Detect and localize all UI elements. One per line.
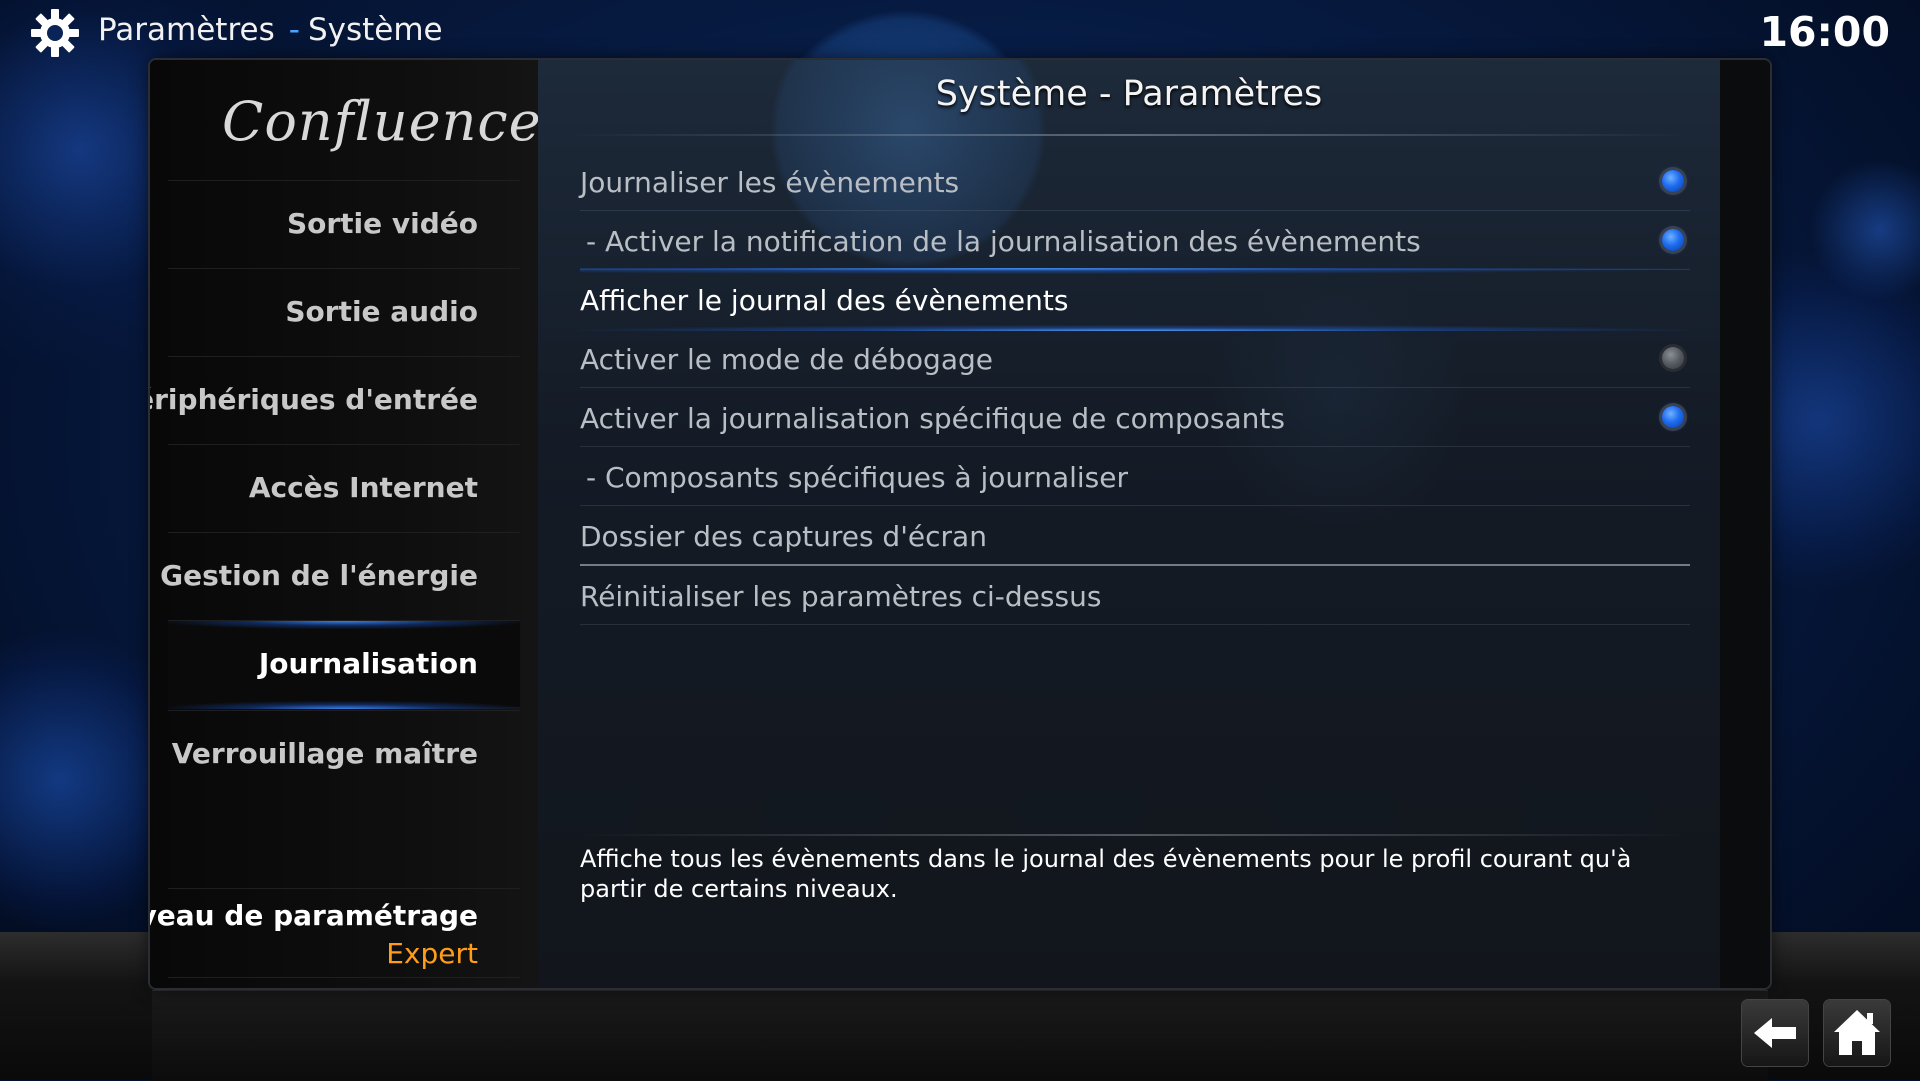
description-divider [580,834,1690,836]
setting-label: Journaliser les évènements [580,166,960,199]
setting-screenshot-folder[interactable]: Dossier des captures d'écran [580,506,1690,566]
title-divider [568,134,1688,136]
toggle-off-icon[interactable] [1662,347,1684,369]
sidebar-item-label: Accès Internet [248,471,478,504]
header: Paramètres - Système 16:00 [0,0,1920,62]
gear-icon [31,9,79,57]
setting-enable-event-logging[interactable]: Journaliser les évènements [580,152,1690,211]
setting-label: Dossier des captures d'écran [580,520,987,553]
setting-label: - Composants spécifiques à journaliser [586,461,1128,494]
bottom-bar-inner [152,990,1768,1081]
back-arrow-icon [1754,1018,1796,1048]
setting-label: - Activer la notification de la journali… [586,225,1421,258]
setting-debug-mode[interactable]: Activer le mode de débogage [580,329,1690,388]
settings-level-value: Expert [386,937,478,970]
setting-description: Affiche tous les évènements dans le jour… [580,845,1632,903]
window-right-edge [1720,60,1770,988]
sidebar-item-power-management[interactable]: Gestion de l'énergie [160,532,520,619]
sidebar-item-label: Verrouillage maître [171,737,478,770]
setting-show-event-log[interactable]: Afficher le journal des évènements [580,268,1690,331]
header-subtitle: Système [307,12,443,48]
settings-level-selector[interactable]: Niveau de paramétrage Expert [150,888,520,978]
setting-components-to-log[interactable]: - Composants spécifiques à journaliser [580,447,1690,506]
toggle-on-icon[interactable] [1662,229,1684,251]
header-title-main: Paramètres [98,12,275,48]
settings-window: Confluence Sortie vidéo Sortie audio Pér… [150,60,1770,988]
header-title: Paramètres - Système [98,12,443,48]
toggle-on-icon[interactable] [1662,170,1684,192]
setting-component-logging[interactable]: Activer la journalisation spécifique de … [580,388,1690,447]
panel-title: Système - Paramètres [935,74,1323,114]
setting-label: Réinitialiser les paramètres ci-dessus [580,580,1102,613]
sidebar-item-label: Périphériques d'entrée [150,383,478,416]
sidebar-item-label: Sortie vidéo [286,207,478,240]
sidebar-item-audio-output[interactable]: Sortie audio [168,268,520,355]
sidebar-item-label: Gestion de l'énergie [160,559,478,592]
setting-label: Activer le mode de débogage [580,343,993,376]
sidebar-item-label: Journalisation [258,647,478,680]
confluence-logo: Confluence [222,90,542,153]
sidebar-item-master-lock[interactable]: Verrouillage maître [168,710,520,797]
back-button[interactable] [1742,1000,1808,1066]
home-icon [1834,1010,1880,1055]
setting-event-logging-notification[interactable]: - Activer la notification de la journali… [580,211,1690,270]
home-button[interactable] [1824,1000,1890,1066]
toggle-on-icon[interactable] [1662,406,1684,428]
sidebar-item-internet-access[interactable]: Accès Internet [168,444,520,531]
clock: 16:00 [1759,8,1890,56]
sidebar-item-label: Sortie audio [285,295,478,328]
setting-label: Afficher le journal des évènements [580,284,1069,317]
setting-label: Activer la journalisation spécifique de … [580,402,1285,435]
sidebar: Confluence Sortie vidéo Sortie audio Pér… [150,60,542,988]
sidebar-item-input-devices[interactable]: Périphériques d'entrée [150,356,520,443]
settings-level-label: Niveau de paramétrage [150,899,478,932]
sidebar-item-logging[interactable]: Journalisation [168,620,520,709]
header-separator: - [288,12,300,48]
sidebar-item-video-output[interactable]: Sortie vidéo [168,180,520,267]
setting-reset-above[interactable]: Réinitialiser les paramètres ci-dessus [580,566,1690,625]
settings-panel: Système - Paramètres x Journaliser les é… [538,60,1720,988]
